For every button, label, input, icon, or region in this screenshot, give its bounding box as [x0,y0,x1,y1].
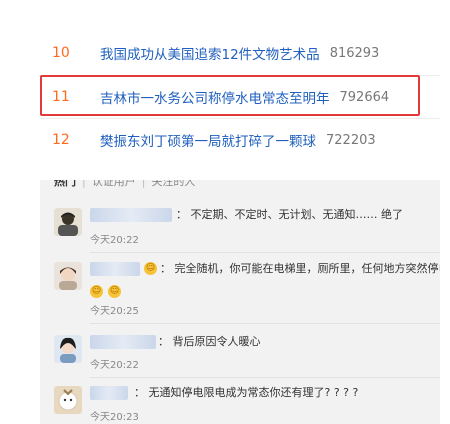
comment-text: ： 无通知停电限电成为常态你还有理了? ? ? ? [134,386,359,399]
comment-time: 今天20:23 [90,412,139,423]
comment-item: ： 背后原因令人暖心 今天20:22 [54,335,434,375]
tab-separator: | [82,180,86,188]
comments-panel: 热门 | 认证用户 | 关注的人 ： 不定期、不定时、无计划、无通知…… 绝了 今天20… [40,180,440,424]
divider [90,323,440,324]
comment-time: 今天20:22 [90,235,139,246]
comment-time: 今天20:22 [90,360,139,371]
username-link[interactable] [90,386,128,400]
emoji-icon: ☺ [108,285,122,298]
hot-search-ranking: 10 我国成功从美国追索12件文物艺术品 816293 11 吉林市一水务公司称… [0,0,450,170]
rank-number: 12 [52,132,70,148]
comment-text: ： 完全随机，你可能在电梯里，厕所里，任何地方突然停电 [160,262,440,275]
username-link[interactable] [90,208,172,222]
highlight-box [40,75,420,116]
divider [90,252,440,253]
comment-item: ： 不定期、不定时、无计划、无通知…… 绝了 今天20:22 [54,208,434,248]
username-link[interactable] [90,262,140,276]
emoji-icon: ☺ [90,285,103,298]
avatar[interactable] [54,262,82,290]
avatar[interactable] [54,335,82,363]
comment-text: ： 不定期、不定时、无计划、无通知…… 绝了 [176,208,403,221]
comment-item: ☺ ： 完全随机，你可能在电梯里，厕所里，任何地方突然停电 ☺ ☺ 今天20:2… [54,262,440,320]
emoji-icon: ☺ [144,262,157,275]
avatar[interactable] [54,386,82,414]
comment-text: ： 背后原因令人暖心 [158,335,261,348]
comment-item: ： 无通知停电限电成为常态你还有理了? ? ? ? 今天20:23 [54,386,434,424]
comment-time: 今天20:25 [90,306,139,317]
comments-tabs: 热门 | 认证用户 | 关注的人 [54,180,195,189]
avatar[interactable] [54,208,82,236]
ranking-row[interactable]: 12 樊振东刘丁硕第一局就打碎了一颗球 722203 [40,120,440,160]
rank-count: 816293 [329,45,380,61]
rank-number: 10 [52,45,70,61]
emoji-row: ☺ ☺ [90,281,122,300]
ranking-row[interactable]: 10 我国成功从美国追索12件文物艺术品 816293 [40,33,440,73]
rank-title-link[interactable]: 樊振东刘丁硕第一局就打碎了一颗球 [100,130,316,150]
tab-hot[interactable]: 热门 [54,180,76,188]
username-link[interactable] [90,335,156,349]
rank-title-link[interactable]: 我国成功从美国追索12件文物艺术品 [100,43,320,63]
tab-verified-users[interactable]: 认证用户 [92,180,136,188]
rank-count: 722203 [326,132,376,148]
tab-following[interactable]: 关注的人 [151,180,195,188]
tab-separator: | [141,180,146,188]
divider [90,377,440,378]
divider [40,118,440,119]
